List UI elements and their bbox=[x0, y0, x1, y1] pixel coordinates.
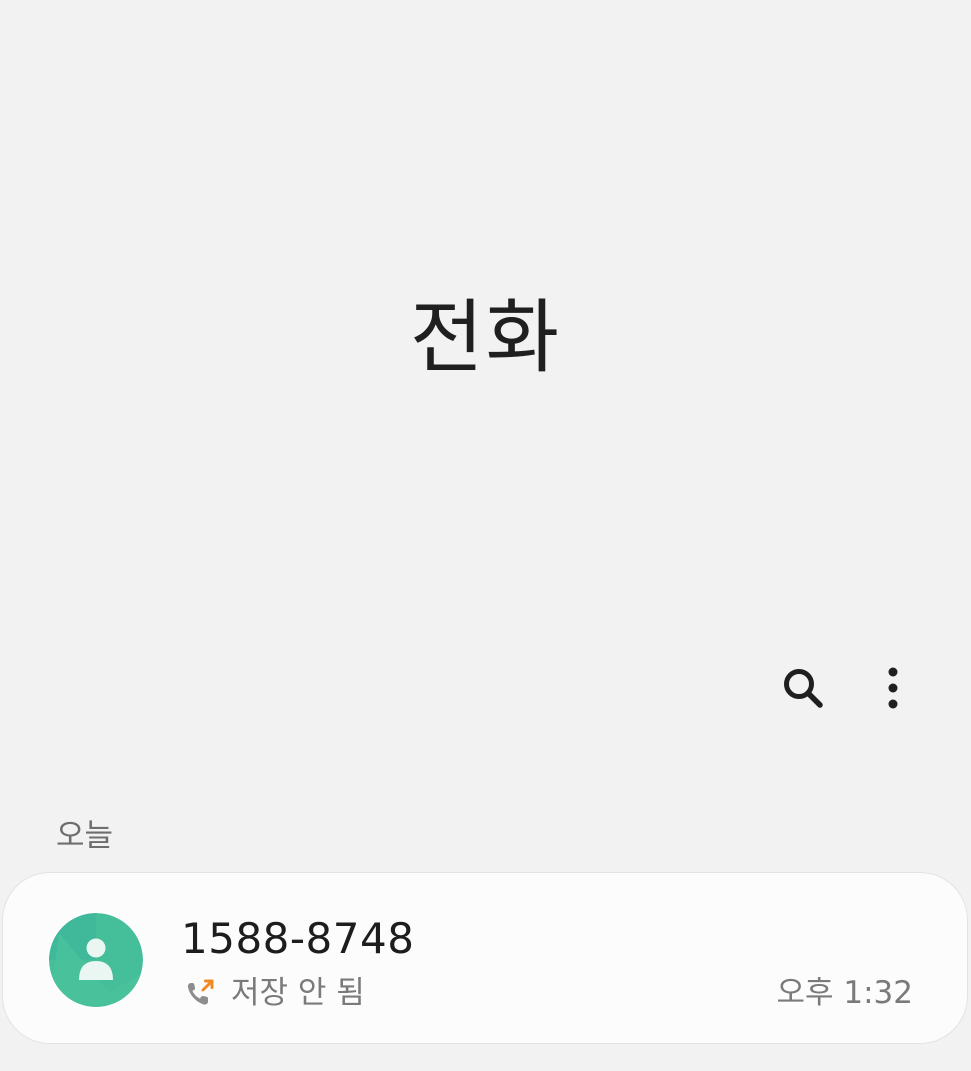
default-contact-avatar-icon bbox=[49, 913, 143, 1007]
more-options-button[interactable] bbox=[867, 662, 919, 714]
call-log-item[interactable]: 1588-8748 저장 안 됨 오후 1:32 bbox=[2, 872, 968, 1044]
toolbar bbox=[777, 662, 919, 714]
call-time: 오후 1:32 bbox=[776, 975, 913, 1011]
search-icon bbox=[784, 669, 823, 708]
section-header-today: 오늘 bbox=[56, 818, 114, 854]
call-number: 1588-8748 bbox=[181, 914, 415, 963]
more-vertical-icon bbox=[888, 667, 898, 709]
page-title: 전화 bbox=[409, 291, 562, 384]
search-button[interactable] bbox=[777, 662, 829, 714]
call-status: 저장 안 됨 bbox=[231, 975, 365, 1011]
call-detail-row: 저장 안 됨 bbox=[185, 973, 365, 1013]
contact-avatar[interactable] bbox=[49, 913, 143, 1007]
outgoing-call-icon bbox=[187, 979, 214, 1005]
